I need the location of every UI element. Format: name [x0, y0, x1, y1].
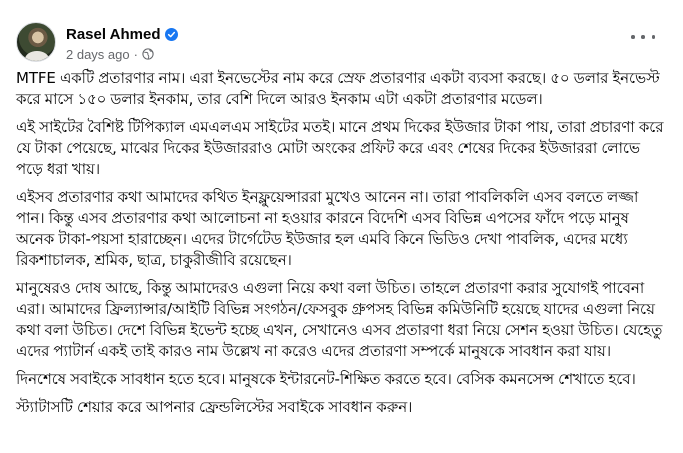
avatar-figure	[25, 51, 49, 61]
globe-icon[interactable]	[142, 48, 154, 60]
more-dot	[651, 35, 655, 39]
author-name[interactable]: Rasel Ahmed	[66, 26, 160, 43]
separator-dot: ·	[133, 46, 138, 62]
post-paragraph: মানুষেরও দোষ আছে, কিন্তু আমাদেরও এগুলা ন…	[16, 279, 663, 360]
post-paragraph: এই সাইটের বৈশিষ্ট টিপিক্যাল এমএলএম সাইটে…	[16, 118, 664, 178]
post-paragraph: এইসব প্রতারণার কথা আমাদের কথিত ইনফ্লুয়ে…	[16, 188, 639, 269]
post-paragraph: দিনশেষে সবাইকে সাবধান হতে হবে। মানুষকে ই…	[16, 370, 636, 388]
post-meta: Rasel Ahmed 2 days ago ·	[66, 24, 179, 62]
post-timestamp[interactable]: 2 days ago	[66, 47, 130, 62]
verified-badge-icon	[165, 27, 179, 41]
facebook-post: Rasel Ahmed 2 days ago · MTFE একটি প্রতা…	[0, 0, 683, 453]
post-body: MTFE একটি প্রতারণার নাম। এরা ইনভেস্টের ন…	[16, 68, 666, 425]
post-paragraph: MTFE একটি প্রতারণার নাম। এরা ইনভেস্টের ন…	[16, 69, 660, 108]
post-subline: 2 days ago ·	[66, 46, 178, 62]
author-row: Rasel Ahmed	[66, 24, 179, 44]
post-paragraph: স্ট্যাটাসটি শেয়ার করে আপনার ফ্রেন্ডলিস্…	[16, 398, 413, 416]
post-header: Rasel Ahmed 2 days ago ·	[16, 14, 667, 62]
more-dot	[631, 35, 635, 39]
author-avatar[interactable]	[16, 22, 56, 62]
more-dot	[641, 35, 645, 39]
more-options-icon[interactable]	[631, 30, 655, 44]
